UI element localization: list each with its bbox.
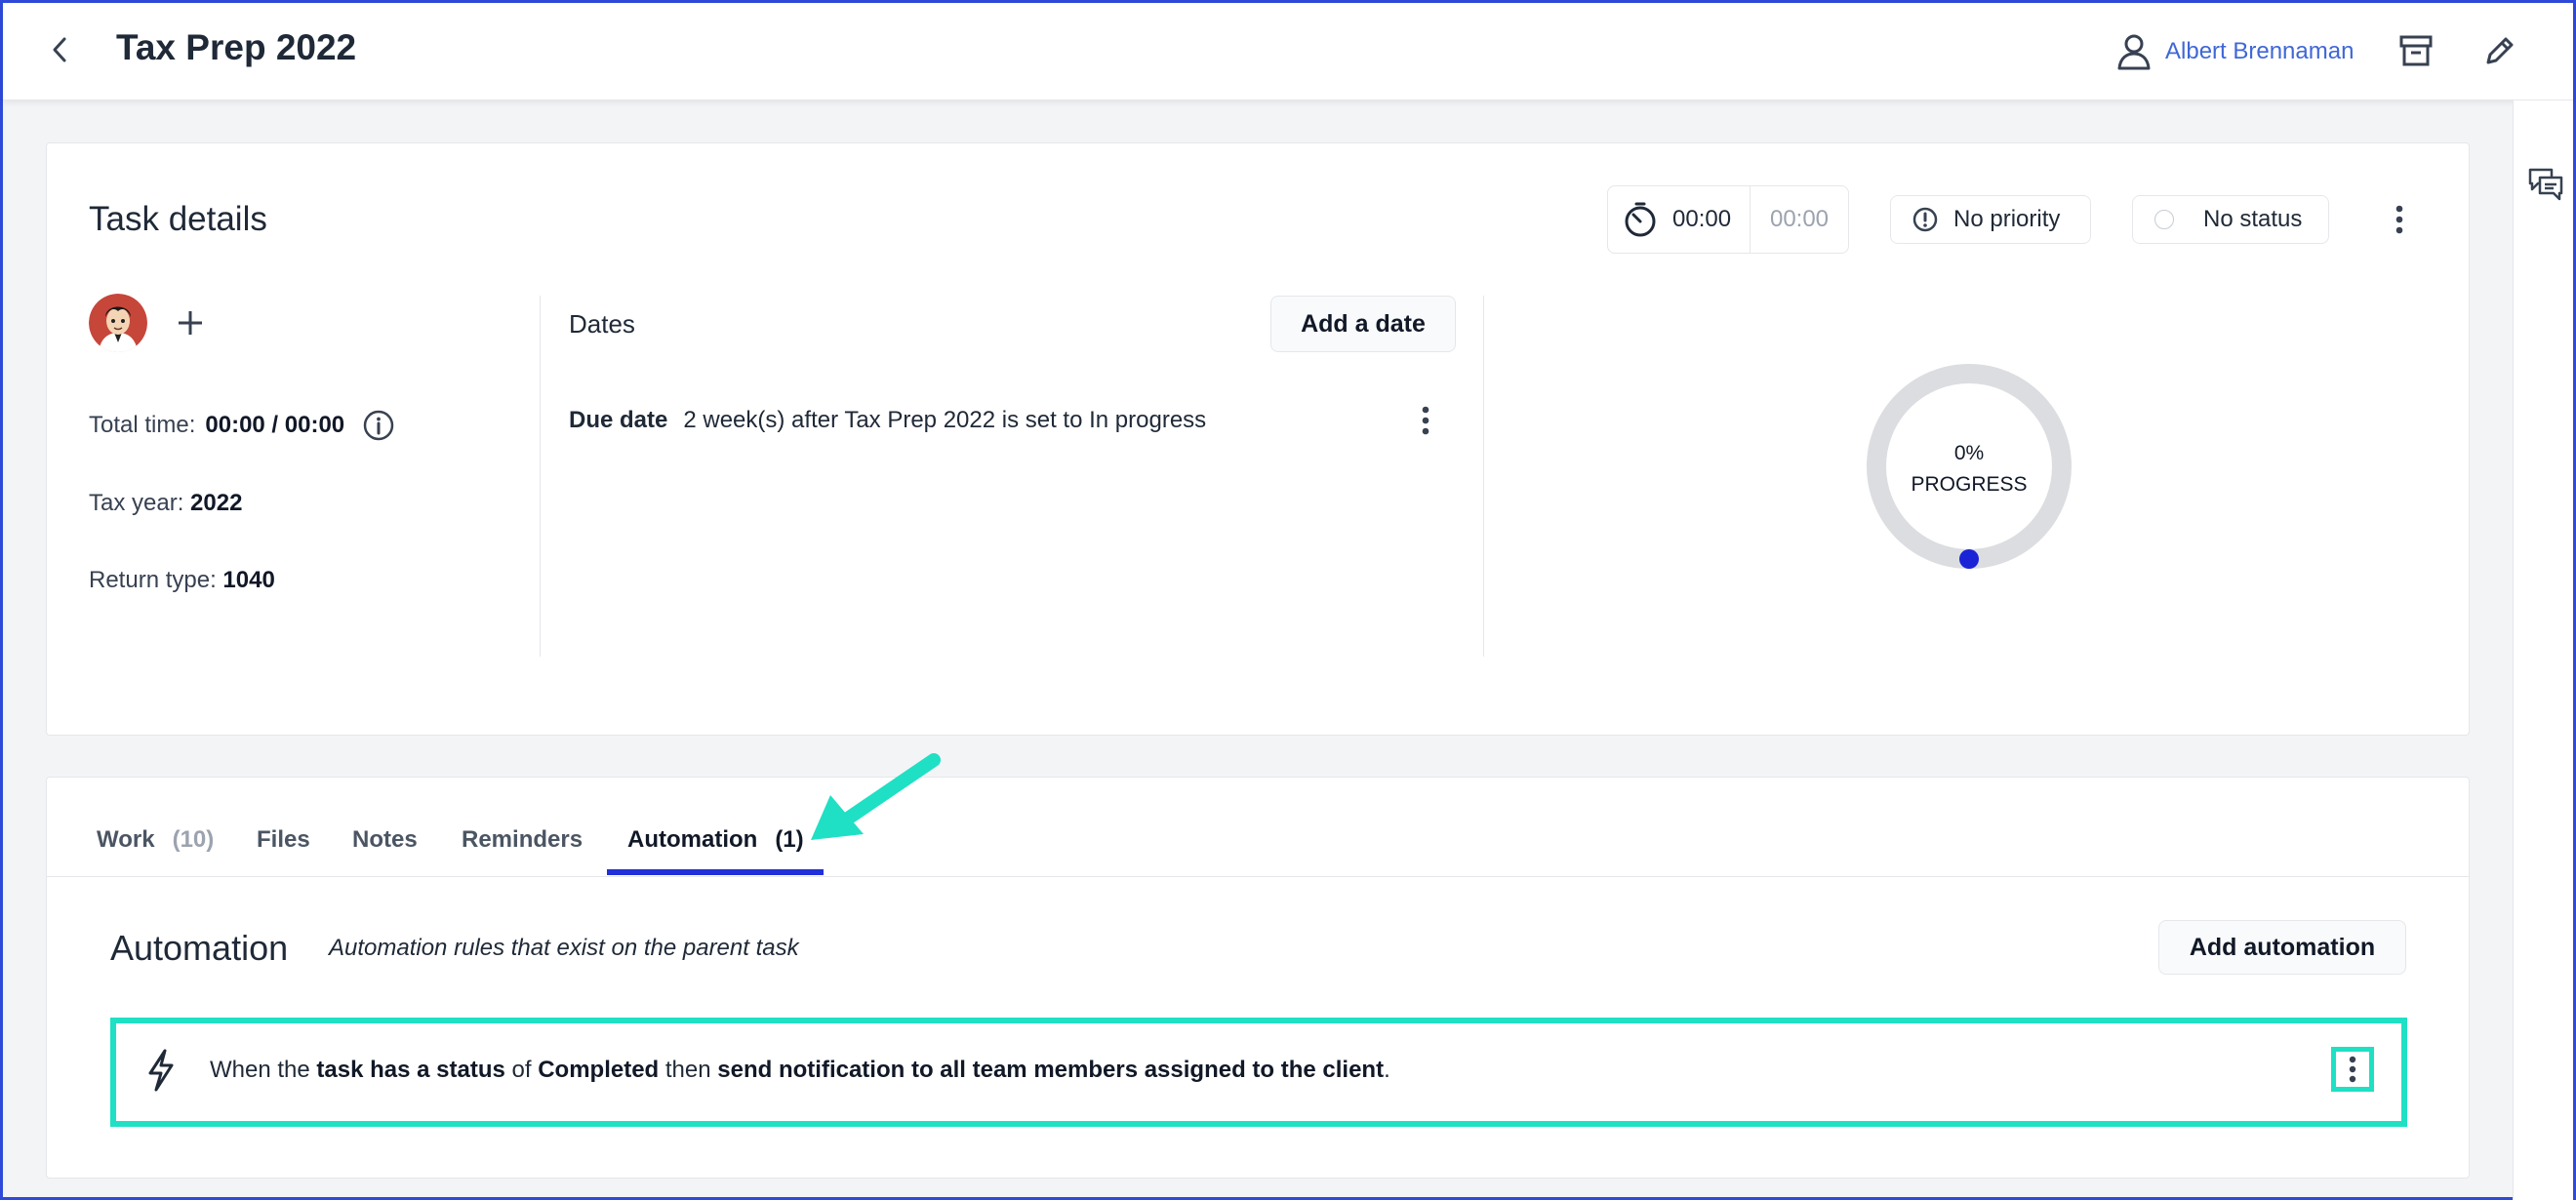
rule-text-part: then (664, 1057, 711, 1083)
rule-trigger: task has a status (316, 1057, 505, 1083)
add-assignee-button[interactable] (171, 303, 210, 342)
rule-text-part: of (511, 1057, 532, 1083)
due-date-options-button[interactable] (1408, 401, 1443, 440)
priority-label: No priority (1953, 206, 2061, 232)
tab-count: (1) (775, 826, 804, 853)
active-tab-indicator (607, 869, 824, 875)
rule-status: Completed (538, 1057, 660, 1083)
task-details-card (46, 142, 2470, 736)
tab-label: Reminders (462, 826, 584, 853)
progress-indicator-dot (1959, 549, 1979, 569)
automation-title: Automation (110, 928, 289, 968)
tax-year-label: Tax year: (89, 490, 184, 516)
avatar[interactable] (89, 294, 147, 352)
back-button[interactable] (42, 32, 77, 67)
progress-percent: 0% (1953, 442, 1985, 464)
plus-icon (179, 311, 202, 335)
side-rail (2513, 100, 2573, 1200)
automation-subtitle: Automation rules that exist on the paren… (329, 935, 799, 961)
divider (1483, 296, 1484, 657)
exclamation-circle-icon (1912, 207, 1938, 232)
add-date-button[interactable]: Add a date (1270, 296, 1456, 352)
tab-label: Automation (627, 826, 758, 853)
archive-icon (2399, 35, 2433, 66)
user-name: Albert Brennaman (2165, 38, 2355, 64)
add-automation-button[interactable]: Add automation (2158, 920, 2406, 975)
archive-button[interactable] (2395, 30, 2436, 71)
tax-year-value: 2022 (190, 490, 243, 516)
progress-label: PROGRESS (1911, 473, 2028, 496)
user-icon (2117, 34, 2151, 70)
tab-label: Files (257, 826, 310, 853)
automation-rule-options-button[interactable] (2331, 1047, 2374, 1092)
start-timer-button[interactable]: 00:00 (1608, 186, 1751, 253)
status-label: No status (2203, 206, 2303, 232)
tab-count: (10) (172, 826, 215, 853)
assigned-user-link[interactable]: Albert Brennaman (2116, 32, 2354, 71)
divider (540, 296, 541, 657)
pencil-icon (2486, 37, 2514, 64)
lightning-bolt-icon (140, 1047, 182, 1094)
task-details-title: Task details (89, 200, 267, 238)
due-date-label: Due date (569, 407, 668, 433)
kebab-menu-icon (2349, 1056, 2356, 1083)
task-options-button[interactable] (2382, 198, 2417, 241)
tab-label: Work (97, 826, 155, 853)
tab-automation[interactable]: Automation (1) (627, 826, 804, 854)
chat-bubbles-icon (2528, 168, 2563, 201)
page-title: Tax Prep 2022 (116, 27, 357, 67)
return-type-value: 1040 (222, 567, 275, 593)
tab-notes[interactable]: Notes (352, 826, 418, 854)
due-date-row: Due date 2 week(s) after Tax Prep 2022 i… (569, 407, 1206, 434)
timer-estimate[interactable]: 00:00 (1751, 206, 1848, 233)
edit-button[interactable] (2479, 30, 2520, 71)
due-date-text: 2 week(s) after Tax Prep 2022 is set to … (683, 407, 1207, 433)
total-time-value: 00:00 / 00:00 (205, 412, 345, 438)
info-icon[interactable] (362, 409, 395, 442)
rule-text-part: . (1384, 1057, 1390, 1083)
timer-elapsed: 00:00 (1672, 206, 1732, 232)
total-time-label: Total time: (89, 412, 196, 438)
chevron-left-icon (53, 37, 66, 62)
timer-icon (1625, 202, 1656, 237)
status-dot (2154, 210, 2174, 229)
tab-reminders[interactable]: Reminders (462, 826, 583, 854)
tab-work[interactable]: Work (10) (97, 826, 214, 854)
tabs-divider (46, 876, 2470, 877)
tax-year: Tax year: 2022 (89, 490, 242, 517)
kebab-menu-icon (1422, 406, 1429, 435)
status-button[interactable]: No status (2132, 195, 2329, 244)
automation-rule-text: When the task has a status of Completed … (210, 1057, 1390, 1084)
total-time: Total time: 00:00 / 00:00 (89, 409, 395, 442)
chat-button[interactable] (2526, 165, 2565, 204)
annotation-arrow-icon (811, 753, 941, 840)
tab-label: Notes (352, 826, 418, 853)
tab-files[interactable]: Files (257, 826, 310, 854)
return-type-label: Return type: (89, 567, 217, 593)
priority-button[interactable]: No priority (1890, 195, 2091, 244)
rule-text-part: When the (210, 1057, 310, 1083)
progress-text: 0% PROGRESS (1862, 438, 2076, 500)
timer-control: 00:00 00:00 (1607, 185, 1849, 254)
dates-label: Dates (569, 309, 635, 339)
kebab-menu-icon (2395, 205, 2403, 234)
rule-action: send notification to all team members as… (717, 1057, 1385, 1083)
avatar-image (89, 294, 147, 352)
return-type: Return type: 1040 (89, 567, 275, 594)
